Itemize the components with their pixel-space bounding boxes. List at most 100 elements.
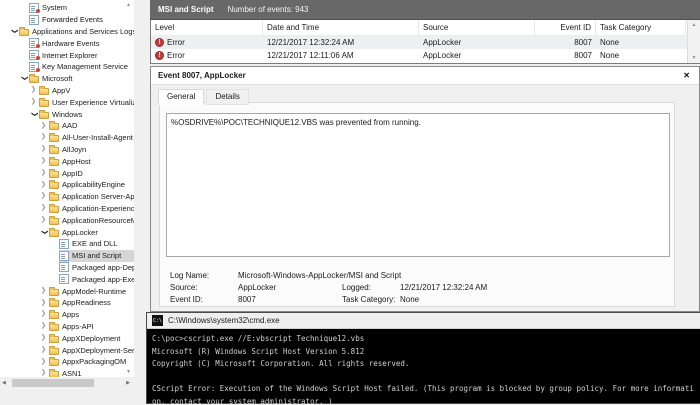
tree-item-appv[interactable]: ❯AppV (0, 85, 134, 97)
console-line: on, contact your system administrator. ) (152, 396, 700, 405)
chevron-collapsed-icon[interactable]: ❯ (38, 193, 49, 200)
scroll-down-icon[interactable]: ▼ (688, 55, 700, 61)
chevron-collapsed-icon[interactable]: ❯ (38, 182, 49, 189)
tree-item-application-server-applications[interactable]: ❯Application Server-Applications (0, 191, 134, 203)
chevron-collapsed-icon[interactable]: ❯ (28, 99, 39, 106)
chevron-collapsed-icon[interactable]: ❯ (38, 123, 49, 130)
column-header-source[interactable]: Source (419, 20, 535, 35)
tree-item-key-management-service[interactable]: ❯Key Management Service (0, 61, 134, 73)
log-header-bar: MSI and Script Number of events: 943 (150, 0, 700, 20)
chevron-collapsed-icon[interactable]: ❯ (38, 217, 49, 224)
cmd-icon: C:\ (152, 315, 163, 326)
tree-item-label: AppID (62, 169, 85, 178)
chevron-expanded-icon[interactable]: ❯ (40, 227, 47, 238)
tree-item-system[interactable]: ❯System (0, 2, 134, 14)
tree-item-packaged-app-execution[interactable]: ❯Packaged app-Execution (0, 273, 134, 285)
chevron-collapsed-icon[interactable]: ❯ (38, 311, 49, 318)
tree-item-aad[interactable]: ❯ AAD (0, 120, 134, 132)
tree-vertical-scrollbar[interactable]: ▲ ▼ (123, 0, 134, 377)
event-row[interactable]: !Error12/21/2017 12:32:24 AMAppLocker800… (151, 36, 700, 49)
date-time-cell: 12/21/2017 12:11:06 AM (263, 49, 419, 62)
table-vertical-scrollbar[interactable]: ▲ ▼ (687, 20, 700, 63)
folder-icon (49, 336, 59, 343)
event-id-value: 8007 (238, 295, 342, 304)
column-header-event-id[interactable]: Event ID (535, 20, 596, 35)
scroll-up-icon[interactable]: ▲ (123, 2, 134, 8)
tree-item-applicabilityengine[interactable]: ❯ApplicabilityEngine (0, 179, 134, 191)
scroll-up-icon[interactable]: ▲ (688, 22, 700, 28)
chevron-collapsed-icon[interactable]: ❯ (38, 370, 49, 377)
tree-item-asn1[interactable]: ❯ASN1 (0, 368, 134, 377)
chevron-collapsed-icon[interactable]: ❯ (38, 323, 49, 330)
scrollbar-thumb[interactable] (12, 379, 94, 387)
tree-item-application-experience[interactable]: ❯Application-Experience (0, 203, 134, 215)
tab-general[interactable]: General (158, 89, 204, 105)
tree-item-apphost[interactable]: ❯AppHost (0, 155, 134, 167)
tree-item-label: AllJoyn (62, 145, 88, 154)
chevron-collapsed-icon[interactable]: ❯ (38, 205, 49, 212)
folder-icon (49, 289, 59, 296)
chevron-collapsed-icon[interactable]: ❯ (38, 335, 49, 342)
tree-item-packaged-app-deployment[interactable]: ❯Packaged app-Deployment (0, 262, 134, 274)
console-output[interactable]: C:\poc>cscript.exe //E:vbscript Techniqu… (147, 329, 700, 405)
tree-item-alljoyn[interactable]: ❯ AllJoyn (0, 144, 134, 156)
tree-item-applications-and-services-logs[interactable]: ❯Applications and Services Logs (0, 26, 134, 38)
column-header-level[interactable]: Level (151, 20, 263, 35)
cmd-title-bar[interactable]: C:\ C:\Windows\system32\cmd.exe (147, 313, 700, 329)
chevron-collapsed-icon[interactable]: ❯ (38, 288, 49, 295)
tree-item-microsoft[interactable]: ❯Microsoft (0, 73, 134, 85)
folder-icon (39, 88, 49, 95)
tree-item-appxdeployment[interactable]: ❯AppXDeployment (0, 332, 134, 344)
tree-item-applocker[interactable]: ❯AppLocker (0, 226, 134, 238)
folder-icon (49, 147, 59, 154)
tree-item-windows[interactable]: ❯Windows (0, 108, 134, 120)
tree-item-appreadiness[interactable]: ❯AppReadiness (0, 297, 134, 309)
tree-item-label: AAD (62, 121, 79, 130)
chevron-expanded-icon[interactable]: ❯ (30, 109, 37, 120)
column-header-task-category[interactable]: Task Category (596, 20, 686, 35)
tree-item-exe-and-dll[interactable]: ❯EXE and DLL (0, 238, 134, 250)
scroll-down-icon[interactable]: ▼ (123, 369, 134, 375)
events-table-header: LevelDate and TimeSourceEvent IDTask Cat… (151, 20, 700, 36)
tree-item-internet-explorer[interactable]: ❯Internet Explorer (0, 49, 134, 61)
column-header-date-and-time[interactable]: Date and Time (263, 20, 419, 35)
level-cell: Error (167, 51, 185, 60)
tree-item-msi-and-script[interactable]: ❯MSI and Script (0, 250, 134, 262)
close-icon[interactable]: ✕ (683, 71, 690, 80)
event-fields-grid: Log Name: Microsoft-Windows-AppLocker/MS… (170, 269, 670, 305)
chevron-collapsed-icon[interactable]: ❯ (38, 134, 49, 141)
event-row[interactable]: !Error12/21/2017 12:11:06 AMAppLocker800… (151, 49, 700, 62)
chevron-collapsed-icon[interactable]: ❯ (38, 170, 49, 177)
tree-item-appxpackagingom[interactable]: ❯AppxPackagingOM (0, 356, 134, 368)
chevron-expanded-icon[interactable]: ❯ (10, 26, 17, 37)
tree-item-appmodel-runtime[interactable]: ❯AppModel-Runtime (0, 285, 134, 297)
event-viewer-tree: ❯System❯Forwarded Events❯Applications an… (0, 0, 134, 377)
tree-item-hardware-events[interactable]: ❯Hardware Events (0, 37, 134, 49)
folder-icon (29, 76, 39, 83)
tree-item-appid[interactable]: ❯ AppID (0, 167, 134, 179)
chevron-expanded-icon[interactable]: ❯ (20, 73, 27, 84)
tree-item-all-user-install-agent[interactable]: ❯All-User-Install-Agent (0, 132, 134, 144)
chevron-collapsed-icon[interactable]: ❯ (38, 146, 49, 153)
tree-item-apps[interactable]: ❯ Apps (0, 309, 134, 321)
event-message-box[interactable]: %OSDRIVE%\POC\TECHNIQUE12.VBS was preven… (166, 113, 670, 257)
tab-details[interactable]: Details (206, 89, 248, 105)
tree-item-apps-api[interactable]: ❯Apps-API (0, 321, 134, 333)
event-log-icon (59, 262, 69, 272)
scroll-right-icon[interactable]: ▶ (126, 380, 130, 386)
tree-item-user-experience-virtualization[interactable]: ❯User Experience Virtualization (0, 96, 134, 108)
chevron-collapsed-icon[interactable]: ❯ (38, 300, 49, 307)
event-detail-title: Event 8007, AppLocker (158, 71, 246, 80)
chevron-collapsed-icon[interactable]: ❯ (38, 347, 49, 354)
tree-item-appxdeployment-server[interactable]: ❯AppXDeployment-Server (0, 344, 134, 356)
task-category-cell: None (596, 36, 686, 49)
tree-item-label: Apps (62, 310, 81, 319)
folder-icon (49, 300, 59, 307)
chevron-collapsed-icon[interactable]: ❯ (38, 359, 49, 366)
tree-item-applicationresourcemanagement[interactable]: ❯ApplicationResourceManagement (0, 214, 134, 226)
chevron-collapsed-icon[interactable]: ❯ (38, 158, 49, 165)
tree-item-forwarded-events[interactable]: ❯Forwarded Events (0, 14, 134, 26)
chevron-collapsed-icon[interactable]: ❯ (28, 87, 39, 94)
scroll-left-icon[interactable]: ◀ (2, 380, 6, 386)
tree-horizontal-scrollbar[interactable]: ◀ ▶ (0, 377, 134, 389)
